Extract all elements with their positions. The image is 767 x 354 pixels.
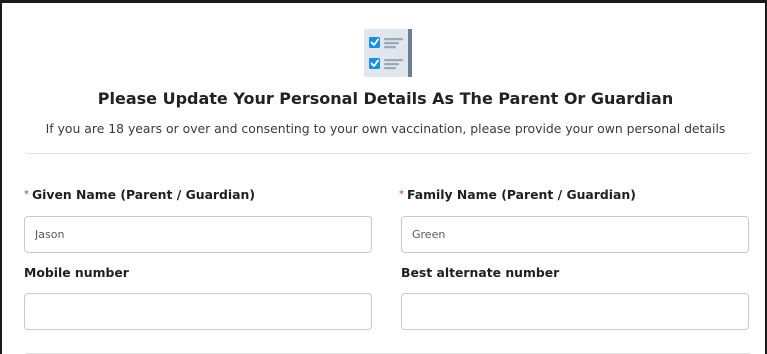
given-name-label-text: Given Name (Parent / Guardian) — [32, 187, 256, 202]
checklist-icon — [364, 29, 412, 77]
alternate-number-input[interactable] — [401, 293, 749, 330]
page-title: Please Update Your Personal Details As T… — [97, 89, 674, 108]
mobile-number-input[interactable] — [24, 293, 372, 330]
given-name-label: * Given Name (Parent / Guardian) — [24, 187, 255, 202]
required-marker: * — [399, 189, 404, 200]
form-card: Please Update Your Personal Details As T… — [0, 0, 767, 354]
mobile-number-label: Mobile number — [24, 265, 129, 280]
family-name-input[interactable] — [401, 216, 749, 253]
family-name-label: * Family Name (Parent / Guardian) — [399, 187, 636, 202]
family-name-label-text: Family Name (Parent / Guardian) — [407, 187, 636, 202]
section-divider — [26, 153, 750, 154]
page-subtitle: If you are 18 years or over and consenti… — [45, 121, 726, 136]
required-marker: * — [24, 189, 29, 200]
alternate-number-label: Best alternate number — [401, 265, 560, 280]
given-name-input[interactable] — [24, 216, 372, 253]
